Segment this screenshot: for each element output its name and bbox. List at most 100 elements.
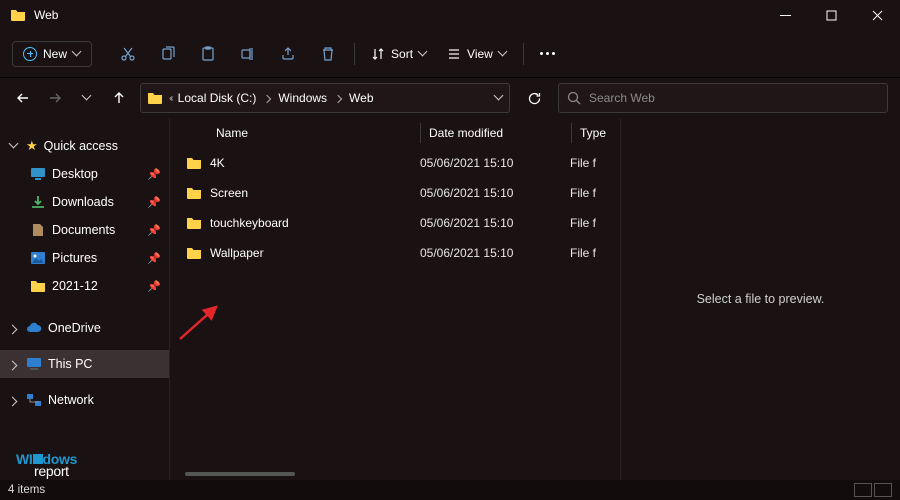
sidebar-item-label: 2021-12 xyxy=(52,279,141,293)
refresh-button[interactable] xyxy=(520,91,548,106)
more-button[interactable] xyxy=(532,52,563,55)
address-bar[interactable]: ‹‹ Local Disk (C:) Windows Web xyxy=(140,83,510,113)
chevron-right-icon xyxy=(262,91,272,105)
navrow: ‹‹ Local Disk (C:) Windows Web Search We… xyxy=(0,78,900,118)
chevron-down-icon xyxy=(73,50,81,58)
watermark: WIdows report xyxy=(16,453,77,478)
sidebar-item-label: OneDrive xyxy=(48,321,163,335)
search-icon xyxy=(567,91,581,105)
window-title: Web xyxy=(34,8,58,22)
folder-icon xyxy=(147,91,163,105)
column-type[interactable]: Type xyxy=(572,126,620,140)
file-name: Screen xyxy=(210,186,248,200)
sidebar-item-this-pc[interactable]: This PC xyxy=(0,350,169,378)
folder-icon xyxy=(186,216,202,230)
document-icon xyxy=(30,223,46,237)
status-count: 4 items xyxy=(8,484,45,496)
chevron-right-icon xyxy=(333,91,343,105)
view-mode-icons[interactable] xyxy=(874,483,892,497)
pin-icon: 📌 xyxy=(147,280,161,293)
new-label: New xyxy=(43,47,67,61)
table-row[interactable]: 4K05/06/2021 15:10File f xyxy=(170,148,620,178)
view-button[interactable]: View xyxy=(439,47,515,61)
minimize-button[interactable] xyxy=(762,0,808,30)
file-type: File f xyxy=(570,246,620,260)
sidebar-item-recent-folder[interactable]: 2021-12 📌 xyxy=(0,272,169,300)
chevron-down-icon xyxy=(499,50,507,58)
file-type: File f xyxy=(570,216,620,230)
file-type: File f xyxy=(570,186,620,200)
network-icon xyxy=(26,393,42,407)
desktop-icon xyxy=(30,167,46,181)
pin-icon: 📌 xyxy=(147,252,161,265)
sidebar-item-quick-access[interactable]: ★ Quick access xyxy=(0,132,169,160)
titlebar: Web xyxy=(0,0,900,30)
table-row[interactable]: Wallpaper 05/06/2021 15:10File f xyxy=(170,238,620,268)
pin-icon: 📌 xyxy=(147,168,161,181)
star-icon: ★ xyxy=(26,138,38,154)
sidebar: ★ Quick access Desktop 📌 Downloads 📌 Doc… xyxy=(0,118,170,480)
folder-icon xyxy=(186,186,202,200)
folder-icon xyxy=(186,246,202,260)
column-name[interactable]: Name xyxy=(170,126,420,140)
sidebar-item-label: Desktop xyxy=(52,167,141,181)
cut-button[interactable] xyxy=(110,38,146,70)
view-mode-details[interactable] xyxy=(854,483,872,497)
toolbar: New Sort View xyxy=(0,30,900,78)
search-input[interactable]: Search Web xyxy=(558,83,888,113)
delete-button[interactable] xyxy=(310,38,346,70)
breadcrumb-disk[interactable]: Local Disk (C:) xyxy=(178,91,257,105)
address-dropdown[interactable] xyxy=(495,94,503,102)
table-row[interactable]: touchkeyboard 05/06/2021 15:10File f xyxy=(170,208,620,238)
folder-icon xyxy=(30,279,46,293)
maximize-button[interactable] xyxy=(808,0,854,30)
sidebar-item-onedrive[interactable]: OneDrive xyxy=(0,314,169,342)
folder-icon xyxy=(186,156,202,170)
preview-empty-text: Select a file to preview. xyxy=(697,292,825,306)
sidebar-item-documents[interactable]: Documents 📌 xyxy=(0,216,169,244)
file-list: Name Date modified Type 4K05/06/2021 15:… xyxy=(170,118,620,480)
copy-button[interactable] xyxy=(150,38,186,70)
column-date[interactable]: Date modified xyxy=(421,126,571,140)
cloud-icon xyxy=(26,321,42,335)
up-button[interactable] xyxy=(108,87,130,109)
table-row[interactable]: Screen 05/06/2021 15:10File f xyxy=(170,178,620,208)
file-date: 05/06/2021 15:10 xyxy=(420,246,570,260)
rename-button[interactable] xyxy=(230,38,266,70)
search-placeholder: Search Web xyxy=(589,91,655,105)
file-name: 4K xyxy=(210,156,225,170)
sidebar-item-downloads[interactable]: Downloads 📌 xyxy=(0,188,169,216)
sidebar-item-desktop[interactable]: Desktop 📌 xyxy=(0,160,169,188)
pin-icon: 📌 xyxy=(147,196,161,209)
file-date: 05/06/2021 15:10 xyxy=(420,216,570,230)
preview-pane: Select a file to preview. xyxy=(620,118,900,480)
download-icon xyxy=(30,195,46,209)
sidebar-item-pictures[interactable]: Pictures 📌 xyxy=(0,244,169,272)
view-label: View xyxy=(467,47,493,61)
statusbar: 4 items xyxy=(0,480,900,500)
sort-label: Sort xyxy=(391,47,413,61)
pc-icon xyxy=(26,357,42,371)
forward-button[interactable] xyxy=(44,87,66,109)
sidebar-item-label: This PC xyxy=(48,357,163,371)
pictures-icon xyxy=(30,251,46,265)
paste-button[interactable] xyxy=(190,38,226,70)
file-date: 05/06/2021 15:10 xyxy=(420,186,570,200)
breadcrumb-root-chevrons: ‹‹ xyxy=(169,93,172,104)
horizontal-scrollbar[interactable] xyxy=(170,468,620,480)
breadcrumb-windows[interactable]: Windows xyxy=(278,91,327,105)
file-type: File f xyxy=(570,156,620,170)
file-name: Wallpaper xyxy=(210,246,264,260)
sidebar-item-network[interactable]: Network xyxy=(0,386,169,414)
new-button[interactable]: New xyxy=(12,41,92,67)
pin-icon: 📌 xyxy=(147,224,161,237)
recent-dropdown[interactable] xyxy=(76,87,98,109)
back-button[interactable] xyxy=(12,87,34,109)
sidebar-item-label: Pictures xyxy=(52,251,141,265)
sort-button[interactable]: Sort xyxy=(363,47,435,61)
file-name: touchkeyboard xyxy=(210,216,289,230)
close-button[interactable] xyxy=(854,0,900,30)
breadcrumb-web[interactable]: Web xyxy=(349,91,373,105)
share-button[interactable] xyxy=(270,38,306,70)
column-headers: Name Date modified Type xyxy=(170,118,620,148)
